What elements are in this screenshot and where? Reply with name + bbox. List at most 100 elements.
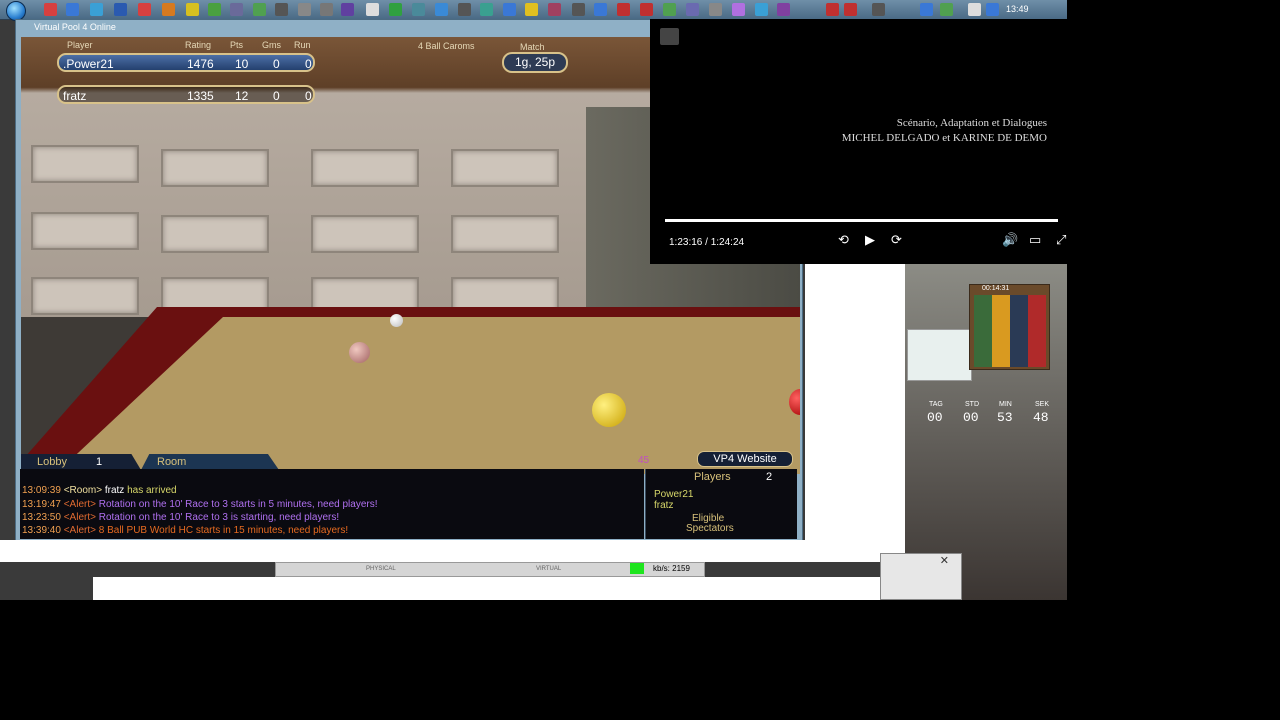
app-icon[interactable] — [826, 3, 839, 16]
app-icon[interactable] — [186, 3, 199, 16]
app-icon[interactable] — [594, 3, 607, 16]
header-pts: Pts — [230, 40, 244, 50]
app-icon[interactable] — [480, 3, 493, 16]
app-icon[interactable] — [525, 3, 538, 16]
header-gms: Gms — [262, 40, 281, 50]
app-icon[interactable] — [640, 3, 653, 16]
timer-label-sek: SEK — [1035, 401, 1050, 408]
app-icon[interactable] — [503, 3, 516, 16]
app-icon[interactable] — [617, 3, 630, 16]
app-icon[interactable] — [341, 3, 354, 16]
door-panel — [31, 145, 139, 183]
player-gms: 0 — [273, 57, 280, 71]
app-icon[interactable] — [298, 3, 311, 16]
app-icon[interactable] — [872, 3, 885, 16]
app-icon[interactable] — [572, 3, 585, 16]
chat-line: 13:19:47 <Alert> Rotation on the 10' Rac… — [22, 499, 378, 510]
app-icon[interactable] — [208, 3, 221, 16]
thumbnail-window[interactable] — [907, 329, 972, 381]
video-player[interactable]: Scénario, Adaptation et Dialogues MICHEL… — [650, 19, 1067, 264]
captions-icon[interactable]: ▭ — [1029, 232, 1041, 248]
white-ball[interactable] — [390, 314, 403, 327]
status-physical: PHYSICAL — [366, 566, 396, 572]
chat-tag: <Alert> — [63, 512, 96, 523]
chat-log[interactable]: 13:09:39 <Room> fratz has arrived 13:19:… — [20, 469, 644, 539]
timer-value-sek: 48 — [1033, 410, 1049, 425]
app-icon[interactable] — [162, 3, 175, 16]
player-pts: 10 — [235, 57, 249, 71]
app-icon[interactable] — [389, 3, 402, 16]
app-icon[interactable] — [732, 3, 745, 16]
chat-line: 13:23:50 <Alert> Rotation on the 10' Rac… — [22, 512, 339, 523]
app-icon[interactable] — [114, 3, 127, 16]
app-icon[interactable] — [709, 3, 722, 16]
app-icon[interactable] — [844, 3, 857, 16]
players-title: Players — [694, 471, 731, 483]
match-label: Match — [520, 42, 545, 52]
puzzle-widget[interactable]: 00:14:31 — [969, 284, 1050, 370]
desktop: 13:49 Virtual Pool 4 Online 45 Lobby 1 R… — [0, 0, 1067, 600]
app-icon[interactable] — [968, 3, 981, 16]
app-icon[interactable] — [755, 3, 768, 16]
player-list-item[interactable]: fratz — [654, 500, 673, 511]
door-panel — [31, 212, 139, 250]
chat-text: 8 Ball PUB World HC starts in 15 minutes… — [98, 525, 349, 536]
yellow-ball[interactable] — [592, 393, 626, 427]
app-icon[interactable] — [230, 3, 243, 16]
kbs-readout: kb/s: 2159 — [653, 564, 690, 573]
chat-time: 13:23:50 — [22, 512, 61, 523]
status-virtual: VIRTUAL — [536, 566, 562, 572]
mini-window[interactable]: ✕ — [880, 553, 962, 600]
chat-tag: <Alert> — [63, 525, 96, 536]
app-icon[interactable] — [986, 3, 999, 16]
timer-value-min: 53 — [997, 410, 1013, 425]
rewind-icon[interactable]: ⟲ — [838, 232, 849, 248]
app-icon[interactable] — [663, 3, 676, 16]
app-icon[interactable] — [44, 3, 57, 16]
app-icon[interactable] — [275, 3, 288, 16]
app-icon[interactable] — [940, 3, 953, 16]
app-icon[interactable] — [253, 3, 266, 16]
app-icon[interactable] — [920, 3, 933, 16]
app-icon[interactable] — [138, 3, 151, 16]
tab-room[interactable]: Room — [141, 454, 279, 470]
app-icon[interactable] — [90, 3, 103, 16]
chat-time: 13:19:47 — [22, 499, 61, 510]
video-progress-bar[interactable] — [665, 219, 1058, 222]
pink-ball[interactable] — [349, 342, 370, 363]
chat-text: Rotation on the 10' Race to 3 is startin… — [98, 512, 340, 523]
game-window-title: Virtual Pool 4 Online — [34, 22, 116, 32]
door-panel — [161, 215, 269, 253]
close-icon[interactable]: ✕ — [940, 554, 949, 567]
start-button[interactable] — [6, 1, 26, 21]
app-icon[interactable] — [435, 3, 448, 16]
app-icon[interactable] — [686, 3, 699, 16]
picture-in-picture-icon[interactable] — [660, 28, 679, 45]
vp4-website-button[interactable]: VP4 Website — [697, 451, 793, 467]
app-icon[interactable] — [412, 3, 425, 16]
app-icon[interactable] — [320, 3, 333, 16]
chat-time: 13:39:40 — [22, 525, 61, 536]
app-icon[interactable] — [548, 3, 561, 16]
app-icon[interactable] — [777, 3, 790, 16]
fullscreen-icon[interactable]: ⤢ — [1056, 232, 1066, 248]
timer-value-std: 00 — [963, 410, 979, 425]
lobby-count: 1 — [96, 456, 103, 468]
app-icon[interactable] — [66, 3, 79, 16]
puzzle-grid[interactable] — [974, 295, 1046, 367]
player-list-item[interactable]: Power21 — [654, 489, 693, 500]
player-name: fratz — [63, 89, 87, 103]
header-run: Run — [294, 40, 311, 50]
play-icon[interactable]: ▶ — [865, 232, 875, 248]
spectators-label: Spectators — [686, 523, 734, 534]
countdown-widget: TAG STD MIN SEK 00 00 53 48 — [912, 396, 1066, 436]
taskbar-clock[interactable]: 13:49 — [1006, 4, 1029, 14]
timer-label-tag: TAG — [929, 401, 943, 408]
scoreboard-row: fratz 1335 12 0 0 — [57, 85, 315, 104]
forward-icon[interactable]: ⟳ — [891, 232, 902, 248]
app-icon[interactable] — [458, 3, 471, 16]
tab-lobby[interactable]: Lobby 1 — [21, 454, 141, 470]
volume-icon[interactable]: 🔊 — [1002, 232, 1018, 248]
chat-text: has arrived — [127, 485, 177, 496]
app-icon[interactable] — [366, 3, 379, 16]
